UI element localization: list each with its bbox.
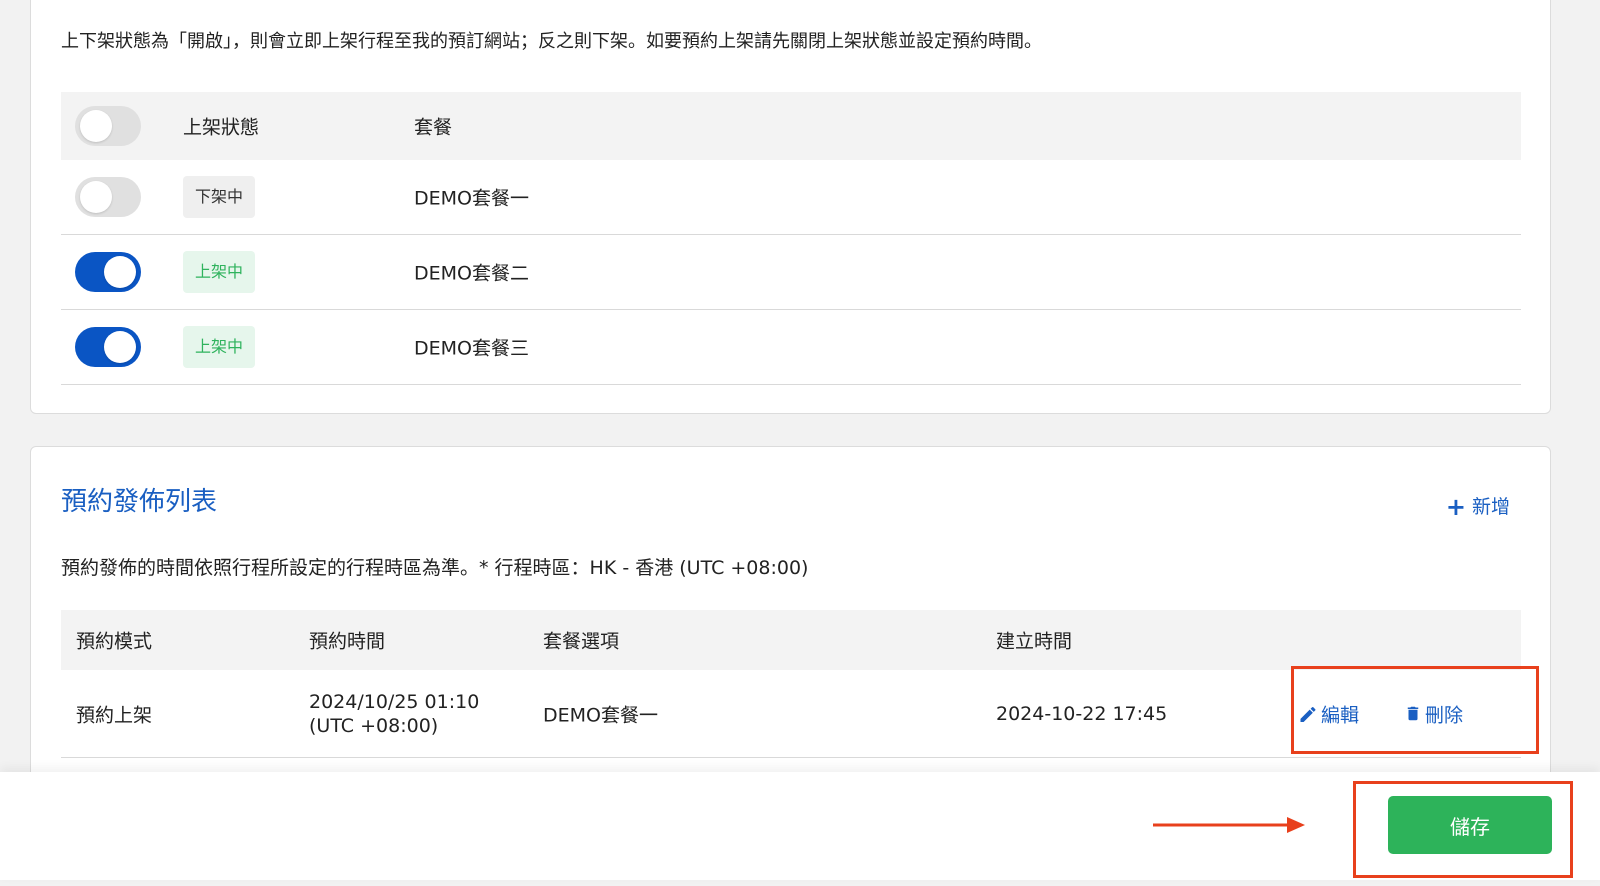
schedule-created: 2024-10-22 17:45 xyxy=(996,702,1168,725)
plus-icon: + xyxy=(1445,493,1466,521)
status-badge: 上架中 xyxy=(183,326,256,368)
plan-name: DEMO套餐三 xyxy=(414,337,529,360)
status-badge: 上架中 xyxy=(183,251,256,293)
header-plan: 套餐選項 xyxy=(543,630,620,653)
schedule-table-header: 預約模式 預約時間 套餐選項 建立時間 xyxy=(61,610,1521,670)
status-badge: 下架中 xyxy=(183,176,256,218)
header-mode: 預約模式 xyxy=(76,630,153,653)
table-row: 上架中 DEMO套餐三 xyxy=(61,310,1521,385)
add-label: 新增 xyxy=(1471,496,1510,518)
publish-toggle[interactable] xyxy=(75,327,141,367)
header-plan: 套餐 xyxy=(414,116,453,139)
table-row: 上架中 DEMO套餐二 xyxy=(61,235,1521,310)
table-row: 下架中 DEMO套餐一 xyxy=(61,160,1521,235)
publish-status-card: 上下架狀態為「開啟」，則會立即上架行程至我的預訂網站；反之則下架。如要預約上架請… xyxy=(30,0,1551,414)
header-status: 上架狀態 xyxy=(183,116,260,139)
schedule-time: 2024/10/25 01:10 (UTC +08:00) xyxy=(309,690,479,738)
publish-notice: 上下架狀態為「開啟」，則會立即上架行程至我的預訂網站；反之則下架。如要預約上架請… xyxy=(61,31,1042,52)
section-title: 預約發佈列表 xyxy=(61,487,218,517)
publish-toggle[interactable] xyxy=(75,177,141,217)
highlight-save-box xyxy=(1353,781,1573,878)
publish-toggle[interactable] xyxy=(75,252,141,292)
header-time: 預約時間 xyxy=(309,630,386,653)
plan-name: DEMO套餐一 xyxy=(414,187,529,210)
plan-name: DEMO套餐二 xyxy=(414,262,529,285)
toggle-all-switch[interactable] xyxy=(75,106,141,146)
schedule-time-zone: (UTC +08:00) xyxy=(309,714,439,737)
schedule-mode: 預約上架 xyxy=(76,704,153,726)
publish-table-header: 上架狀態 套餐 xyxy=(61,92,1521,160)
add-schedule-button[interactable]: + 新增 xyxy=(1446,492,1510,521)
publish-status-table: 上架狀態 套餐 下架中 DEMO套餐一 上架中 DEMO套餐二 上架中 DEMO… xyxy=(61,92,1521,385)
arrow-icon xyxy=(1153,817,1305,833)
highlight-actions-box xyxy=(1291,666,1539,754)
header-created: 建立時間 xyxy=(996,630,1073,653)
schedule-plan: DEMO套餐一 xyxy=(543,704,658,726)
schedule-time-date: 2024/10/25 01:10 xyxy=(309,690,480,713)
timezone-note: 預約發佈的時間依照行程所設定的行程時區為準。* 行程時區：HK - 香港 (UT… xyxy=(61,557,809,579)
